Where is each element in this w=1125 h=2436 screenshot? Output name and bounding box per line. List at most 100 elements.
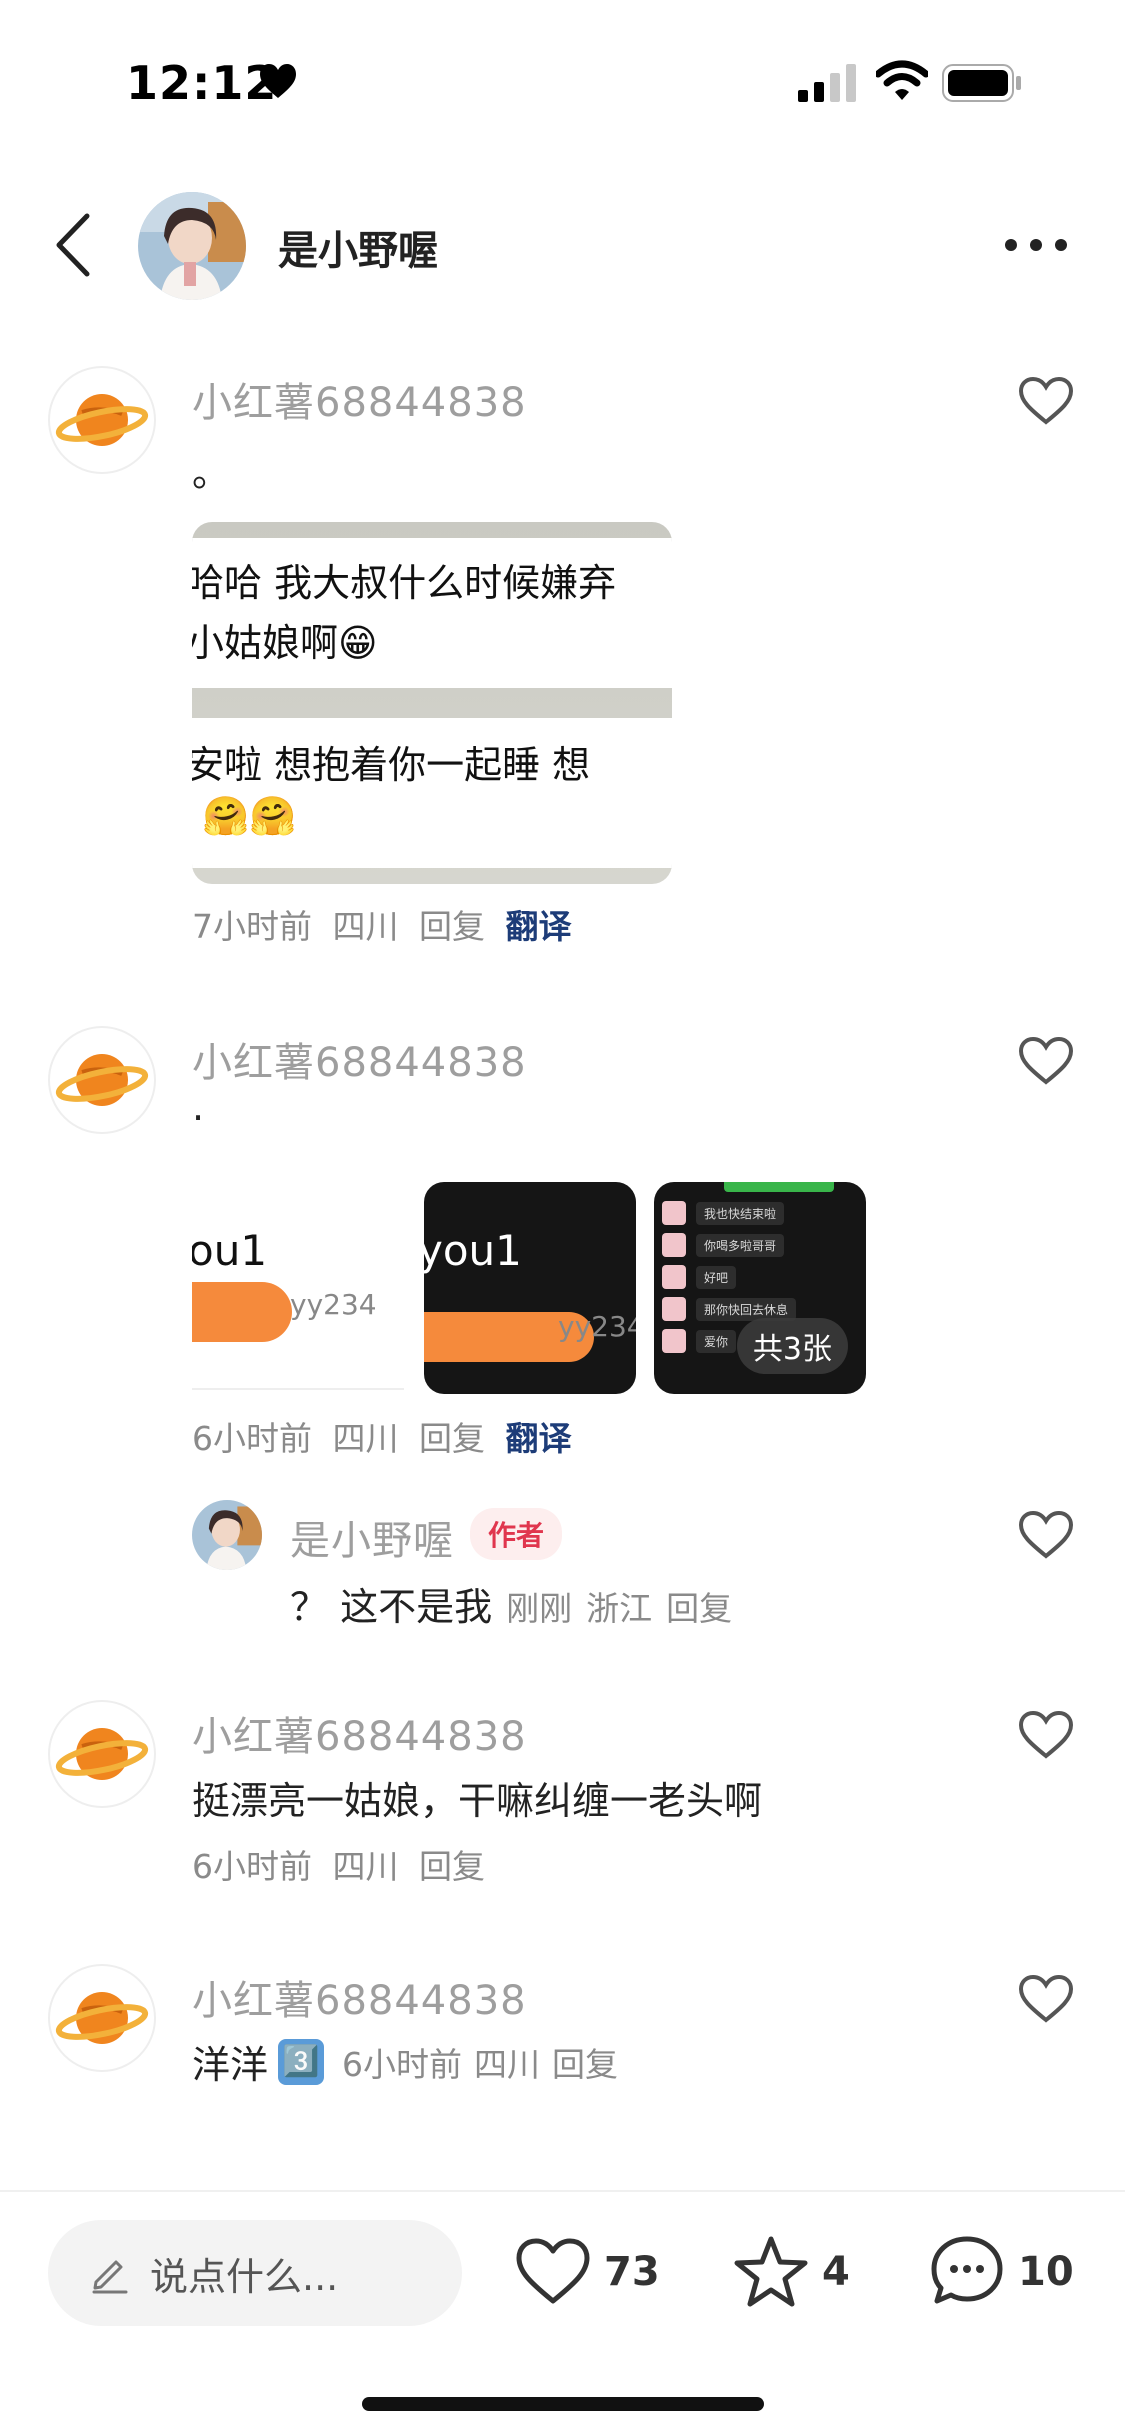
comment-text: 。 [192, 451, 231, 495]
chat-message: 我也快结束啦 [696, 1201, 785, 1225]
reply-time: 刚刚 [506, 1589, 573, 1628]
translate-button[interactable]: 翻译 [506, 907, 572, 946]
battery-icon [942, 64, 1021, 102]
chevron-left-icon [56, 213, 90, 277]
comment-image-3[interactable]: 我也快结束啦 你喝多啦哥哥 好吧 那你快回去休息 爱你 共3张 [654, 1182, 866, 1394]
image-small-text: yy234 [558, 1310, 636, 1343]
reply-text: ？ 这不是我 [290, 1585, 493, 1629]
reply-location: 浙江 [586, 1589, 653, 1628]
chat-avatar-icon [662, 1265, 686, 1289]
reply-username[interactable]: 是小野喔 [290, 1508, 454, 1566]
reply-button[interactable]: 回复 [419, 1419, 485, 1458]
comment-input-placeholder: 说点什么... [150, 2254, 339, 2299]
chat-header-bar [724, 1182, 834, 1192]
avatar-photo-icon [138, 192, 246, 300]
comment-image-1[interactable]: ou1 yy234 [192, 1182, 404, 1394]
pencil-icon [92, 2260, 128, 2294]
more-button[interactable] [996, 220, 1076, 270]
image-big-text: you1 [424, 1226, 522, 1275]
bottom-divider [0, 2190, 1125, 2192]
status-bar: 12:12 [0, 0, 1125, 150]
comment-text: 挺漂亮一姑娘，干嘛纠缠一老头啊 [192, 1779, 763, 1823]
reply-button[interactable]: 回复 [666, 1582, 732, 1630]
comment-time: 6小时前 [342, 2044, 463, 2084]
like-count: 73 [604, 2249, 660, 2295]
like-heart-icon[interactable] [1018, 1710, 1074, 1760]
chat-row: 好吧 [662, 1264, 737, 1290]
comment-meta: 7小时前 四川 回复 翻译 [192, 900, 582, 948]
chat-message: 爱你 [696, 1329, 737, 1353]
comment-time: 6小时前 [192, 1847, 312, 1886]
translate-button[interactable]: 翻译 [506, 1419, 572, 1458]
user-avatar[interactable] [48, 366, 156, 474]
heart-status-icon [260, 64, 296, 98]
comment-username[interactable]: 小红薯68844838 [192, 1704, 527, 1762]
chat-message: 好吧 [696, 1265, 737, 1289]
comment-item: 小红薯68844838 。 哈哈 我大叔什么时候嫌弃 小姑娘啊😁 安啦 想抱着你… [0, 366, 1125, 966]
chat-avatar-icon [662, 1329, 686, 1353]
user-avatar[interactable] [48, 1026, 156, 1134]
header: 是小野喔 [0, 180, 1125, 310]
comment-location: 四川 [332, 1419, 399, 1458]
chat-avatar-icon [662, 1201, 686, 1225]
image-small-text: yy234 [290, 1288, 377, 1321]
heart-icon [516, 2238, 590, 2304]
collect-action[interactable]: 4 [732, 2232, 850, 2312]
planet-icon [55, 1992, 149, 2044]
image-text-line: 安啦 想抱着你一起睡 想 [192, 743, 591, 787]
wifi-icon [876, 60, 928, 100]
cellular-signal-icon [798, 64, 856, 102]
planet-icon [55, 1054, 149, 1106]
chat-bubble-icon [931, 2236, 1003, 2304]
user-avatar[interactable] [48, 1964, 156, 2072]
like-action[interactable]: 73 [514, 2232, 660, 2312]
collect-count: 4 [822, 2249, 850, 2295]
reply-avatar[interactable] [192, 1500, 262, 1570]
star-icon [734, 2236, 808, 2307]
like-heart-icon[interactable] [1018, 1510, 1074, 1560]
comment-meta: 6小时前 四川 回复 [192, 1840, 495, 1888]
comment-item: 小红薯68844838 · ou1 yy234 you1 yy234 我也快结束… [0, 1026, 1125, 1666]
comment-text: 洋洋 [192, 2043, 269, 2087]
avatar-photo-icon [192, 1500, 262, 1570]
comment-username[interactable]: 小红薯68844838 [192, 1968, 527, 2026]
reply-button[interactable]: 回复 [552, 2038, 618, 2086]
comment-input[interactable]: 说点什么... [48, 2220, 462, 2326]
chat-row: 我也快结束啦 [662, 1200, 785, 1226]
reply-button[interactable]: 回复 [419, 1847, 485, 1886]
comment-image[interactable]: 哈哈 我大叔什么时候嫌弃 小姑娘啊😁 安啦 想抱着你一起睡 想 🤗🤗 [192, 522, 672, 884]
comment-item: 小红薯68844838 挺漂亮一姑娘，干嘛纠缠一老头啊 6小时前 四川 回复 [0, 1700, 1125, 1900]
user-avatar[interactable] [48, 1700, 156, 1808]
orange-scribble [192, 1282, 292, 1342]
image-text-line: 哈哈 我大叔什么时候嫌弃 [192, 561, 617, 605]
reply-line: ？ 这不是我 刚刚 浙江 回复 [290, 1576, 732, 1631]
like-heart-icon[interactable] [1018, 1036, 1074, 1086]
reply-button[interactable]: 回复 [419, 907, 485, 946]
chat-avatar-icon [662, 1297, 686, 1321]
chat-message: 你喝多啦哥哥 [696, 1233, 785, 1257]
comment-username[interactable]: 小红薯68844838 [192, 370, 527, 428]
author-name[interactable]: 是小野喔 [278, 218, 438, 276]
home-indicator[interactable] [362, 2397, 764, 2411]
author-avatar[interactable] [138, 192, 246, 300]
back-button[interactable] [40, 202, 106, 288]
comment-action[interactable]: 10 [928, 2232, 1074, 2312]
comment-image-2[interactable]: you1 yy234 [424, 1182, 636, 1394]
chat-avatar-icon [662, 1233, 686, 1257]
like-heart-icon[interactable] [1018, 1974, 1074, 2024]
more-dots-icon [1005, 239, 1067, 251]
like-heart-icon[interactable] [1018, 376, 1074, 426]
comment-username[interactable]: 小红薯68844838 [192, 1030, 527, 1088]
image-count-badge: 共3张 [736, 1318, 848, 1374]
comment-location: 四川 [474, 2044, 541, 2084]
image-text-line: 小姑娘啊😁 [192, 621, 378, 665]
comment-text: · [192, 1096, 205, 1140]
status-time: 12:12 [126, 56, 278, 110]
comment-meta: 6小时前 四川 回复 翻译 [192, 1412, 582, 1460]
image-divider [192, 1388, 404, 1390]
comment-location: 四川 [332, 1847, 399, 1886]
planet-icon [55, 394, 149, 446]
comment-line: 洋洋 3️⃣ 6小时前 四川 回复 [192, 2034, 618, 2089]
comment-time: 6小时前 [192, 1419, 312, 1458]
comment-item: 小红薯68844838 洋洋 3️⃣ 6小时前 四川 回复 [0, 1964, 1125, 2114]
